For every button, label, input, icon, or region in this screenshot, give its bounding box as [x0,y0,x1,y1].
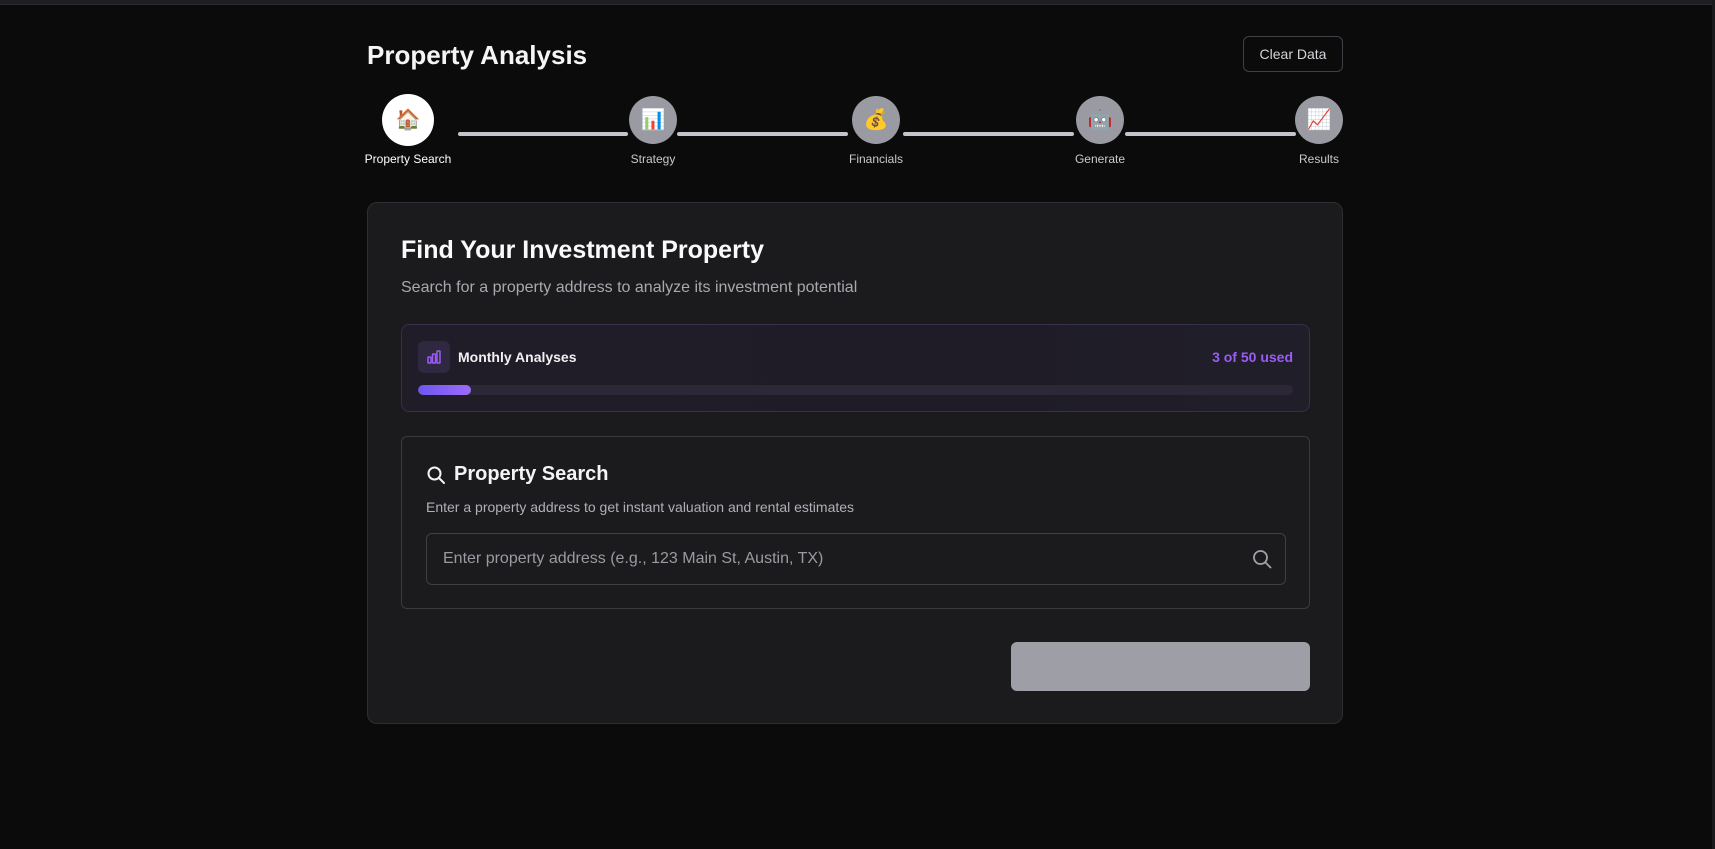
main-card: Find Your Investment Property Search for… [367,202,1343,724]
clear-data-button[interactable]: Clear Data [1243,36,1343,72]
step-label: Generate [1074,152,1126,166]
step-property-search[interactable]: 🏠 Property Search [348,94,468,166]
step-label: Results [1298,152,1339,166]
step-label: Property Search [364,152,452,166]
card-subtitle: Search for a property address to analyze… [401,279,858,296]
search-icon [427,466,445,484]
step-results[interactable]: 📈 Results [1259,96,1379,166]
card-title: Find Your Investment Property [401,236,765,264]
search-heading: Property Search [426,463,609,486]
robot-icon: 🤖 [1076,96,1124,144]
trend-chart-icon: 📈 [1295,96,1343,144]
usage-progress-bar [418,385,1293,395]
step-financials[interactable]: 💰 Financials [816,96,936,166]
search-icon[interactable] [1251,548,1273,570]
address-input-wrapper [426,533,1286,585]
property-search-panel: Property Search Enter a property address… [401,436,1310,609]
step-generate[interactable]: 🤖 Generate [1040,96,1160,166]
monthly-usage-panel: Monthly Analyses 3 of 50 used [401,324,1310,412]
continue-button[interactable] [1011,642,1310,691]
address-search-input[interactable] [427,534,1247,584]
bar-chart-icon [418,341,450,373]
page-header: Property Analysis Clear Data [367,36,1343,76]
usage-label: Monthly Analyses [458,349,577,365]
step-strategy[interactable]: 📊 Strategy [593,96,713,166]
search-title: Property Search [454,463,609,485]
progress-stepper: 🏠 Property Search 📊 Strategy 💰 Financial… [365,94,1343,176]
search-description: Enter a property address to get instant … [426,499,855,515]
step-label: Strategy [630,152,676,166]
house-icon: 🏠 [382,94,434,146]
step-label: Financials [848,152,904,166]
usage-count: 3 of 50 used [1212,349,1293,365]
top-border [0,0,1715,5]
page-title: Property Analysis [367,40,588,70]
bar-chart-icon: 📊 [629,96,677,144]
usage-progress-fill [418,385,471,395]
money-bag-icon: 💰 [852,96,900,144]
